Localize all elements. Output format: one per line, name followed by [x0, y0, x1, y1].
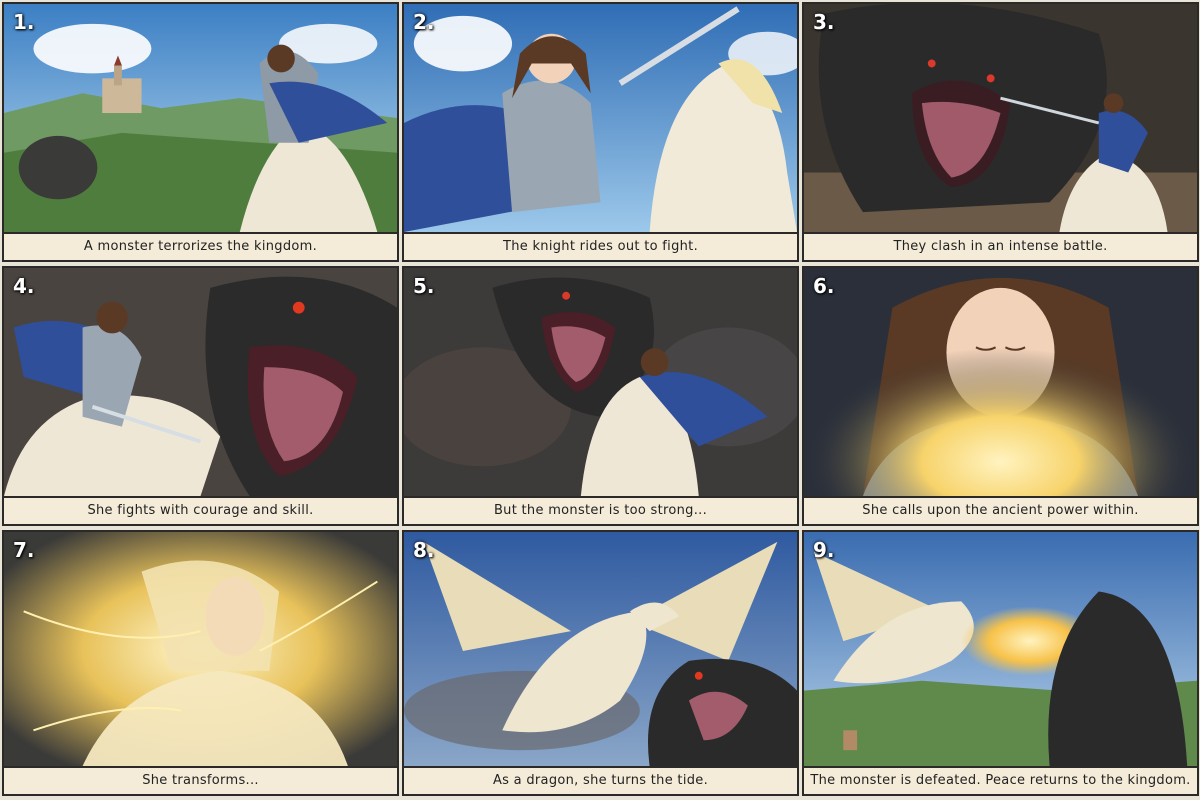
panel-caption: They clash in an intense battle.	[804, 232, 1197, 260]
comic-panel-4: 4. She fights with courage and skill.	[2, 266, 399, 526]
panel-number: 7.	[13, 538, 35, 562]
panel-number: 3.	[813, 10, 835, 34]
panel-caption: She calls upon the ancient power within.	[804, 496, 1197, 524]
comic-panel-2: 2. The knight rides out to fight.	[402, 2, 799, 262]
panel-number: 8.	[413, 538, 435, 562]
panel-number: 4.	[13, 274, 35, 298]
panel-3-illustration: 3.	[804, 4, 1197, 232]
panel-4-illustration: 4.	[4, 268, 397, 496]
panel-8-illustration: 8.	[404, 532, 797, 766]
panel-2-illustration: 2.	[404, 4, 797, 232]
panel-9-illustration: 9.	[804, 532, 1197, 766]
panel-caption: She transforms...	[4, 766, 397, 794]
panel-number: 1.	[13, 10, 35, 34]
panel-caption: The monster is defeated. Peace returns t…	[804, 766, 1197, 794]
comic-panel-9: 9. The monster is defeated. Peace return…	[802, 530, 1199, 796]
panel-7-illustration: 7.	[4, 532, 397, 766]
panel-caption: A monster terrorizes the kingdom.	[4, 232, 397, 260]
comic-panel-7: 7. She transforms...	[2, 530, 399, 796]
panel-caption: As a dragon, she turns the tide.	[404, 766, 797, 794]
comic-panel-8: 8. As a dragon, she turns the tide.	[402, 530, 799, 796]
panel-5-illustration: 5.	[404, 268, 797, 496]
panel-caption: She fights with courage and skill.	[4, 496, 397, 524]
comic-panel-6: 6. She calls upon the ancient power with…	[802, 266, 1199, 526]
panel-caption: But the monster is too strong...	[404, 496, 797, 524]
panel-caption: The knight rides out to fight.	[404, 232, 797, 260]
panel-number: 2.	[413, 10, 435, 34]
panel-number: 9.	[813, 538, 835, 562]
panel-number: 6.	[813, 274, 835, 298]
comic-panel-5: 5. But the monster is too strong...	[402, 266, 799, 526]
comic-grid: 1. A monster terrorizes the kingdom. 2. …	[2, 2, 1199, 798]
panel-number: 5.	[413, 274, 435, 298]
panel-1-illustration: 1.	[4, 4, 397, 232]
panel-6-illustration: 6.	[804, 268, 1197, 496]
comic-panel-3: 3. They clash in an intense battle.	[802, 2, 1199, 262]
comic-panel-1: 1. A monster terrorizes the kingdom.	[2, 2, 399, 262]
